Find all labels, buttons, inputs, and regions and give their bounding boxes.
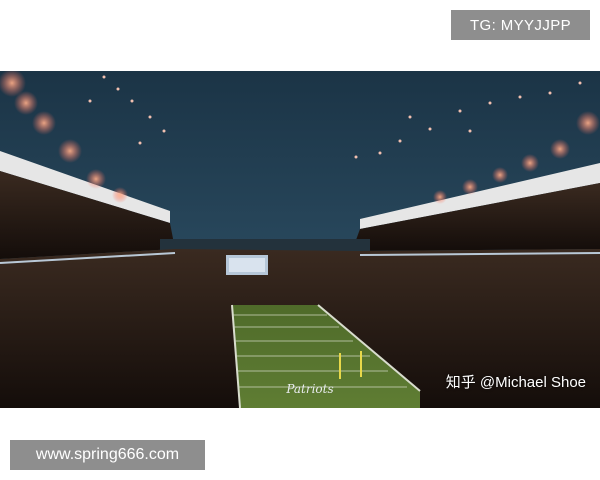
goal-post [339,353,341,379]
end-zone-text: Patriots [285,382,333,396]
stadium-illustration: Patriots [0,71,600,408]
stadium-photo: Patriots 知乎 @Michael Shoe [0,71,600,408]
tg-label-text: TG: MYYJJPP [469,16,572,34]
zhihu-watermark: 知乎 @Michael Shoe [445,374,586,391]
site-url-badge: www.spring666.com [10,440,205,470]
tg-label-badge: TG: MYYJJPP [451,10,590,40]
scoreboard-inner [229,258,265,272]
goal-post-2 [360,351,362,377]
site-url-text: www.spring666.com [35,446,180,463]
